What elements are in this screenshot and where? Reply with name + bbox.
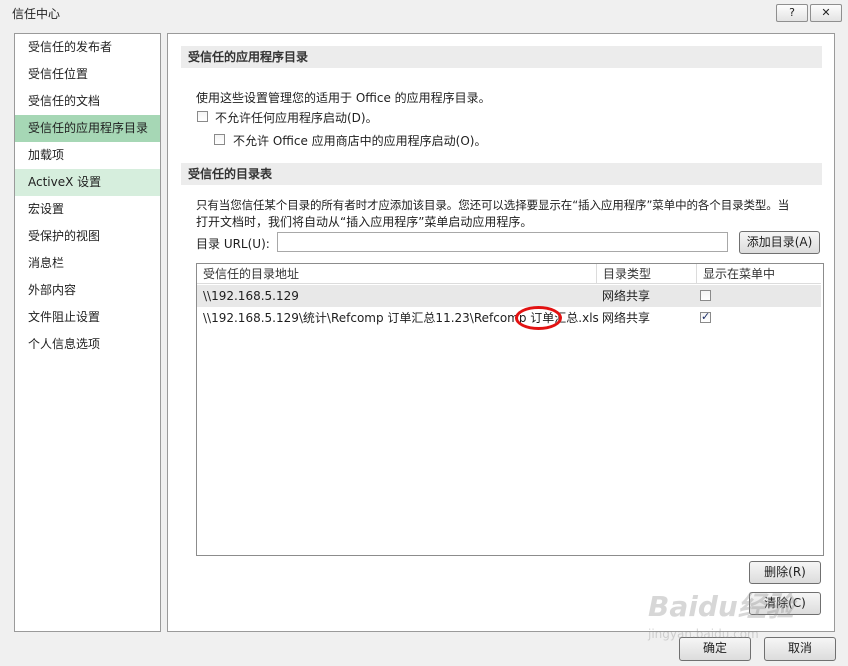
disallow-store-apps-checkbox[interactable] [214,134,225,145]
sidebar-item-protected-view[interactable]: 受保护的视图 [15,223,160,250]
content-panel: 受信任的应用程序目录 使用这些设置管理您的适用于 Office 的应用程序目录。… [167,33,835,632]
section2-description-line1: 只有当您信任某个目录的所有者时才应添加该目录。您还可以选择要显示在“插入应用程序… [196,198,790,212]
catalog-table: 受信任的目录地址 目录类型 显示在菜单中 \\192.168.5.129 网络共… [196,263,824,556]
window-title: 信任中心 [12,7,61,21]
disallow-store-apps-label[interactable]: 不允许 Office 应用商店中的应用程序启动(O)。 [233,132,486,149]
disallow-all-apps-checkbox[interactable] [197,111,208,122]
sidebar-item-message-bar[interactable]: 消息栏 [15,250,160,277]
table-row[interactable]: \\192.168.5.129\统计\Refcomp 订单汇总11.23\Ref… [197,307,821,329]
title-bar: 信任中心 ? ✕ [0,0,848,26]
sidebar-item-addins[interactable]: 加载项 [15,142,160,169]
table-row[interactable]: \\192.168.5.129 网络共享 [197,285,821,307]
sidebar-item-trusted-documents[interactable]: 受信任的文档 [15,88,160,115]
close-button[interactable]: ✕ [810,4,842,22]
cancel-button[interactable]: 取消 [764,637,836,661]
add-catalog-button[interactable]: 添加目录(A) [739,231,820,254]
remove-button[interactable]: 删除(R) [749,561,821,584]
sidebar-item-macro-settings[interactable]: 宏设置 [15,196,160,223]
sidebar-item-trusted-publishers[interactable]: 受信任的发布者 [15,34,160,61]
column-header-type[interactable]: 目录类型 [597,264,697,284]
disallow-all-apps-label[interactable]: 不允许任何应用程序启动(D)。 [215,109,378,126]
annotation-circle [515,306,562,330]
sidebar-item-file-block-settings[interactable]: 文件阻止设置 [15,304,160,331]
sidebar-item-privacy-options[interactable]: 个人信息选项 [15,331,160,358]
sidebar-item-activex-settings[interactable]: ActiveX 设置 [15,169,160,196]
catalog-url-input[interactable] [277,232,728,252]
catalog-url-label: 目录 URL(U): [196,237,270,251]
sidebar-item-trusted-app-catalogs[interactable]: 受信任的应用程序目录 [15,115,160,142]
row-type: 网络共享 [602,311,651,325]
section2-description-line2: 打开文档时，我们将自动从“插入应用程序”菜单启动应用程序。 [196,215,533,229]
clear-button[interactable]: 清除(C) [749,592,821,615]
column-header-show-in-menu[interactable]: 显示在菜单中 [697,264,821,284]
column-header-address[interactable]: 受信任的目录地址 [197,264,597,284]
section1-description: 使用这些设置管理您的适用于 Office 的应用程序目录。 [196,91,491,105]
ok-button[interactable]: 确定 [679,637,751,661]
sidebar-item-trusted-locations[interactable]: 受信任位置 [15,61,160,88]
section-header-app-catalogs: 受信任的应用程序目录 [181,46,822,68]
help-button[interactable]: ? [776,4,808,22]
show-in-menu-checkbox[interactable] [700,310,711,323]
section-header-catalog-table: 受信任的目录表 [181,163,822,185]
row-type: 网络共享 [602,289,651,303]
show-in-menu-checkbox[interactable] [700,290,711,301]
sidebar-nav: 受信任的发布者 受信任位置 受信任的文档 受信任的应用程序目录 加载项 Acti… [14,33,161,632]
row-address: \\192.168.5.129 [203,289,299,303]
sidebar-item-external-content[interactable]: 外部内容 [15,277,160,304]
